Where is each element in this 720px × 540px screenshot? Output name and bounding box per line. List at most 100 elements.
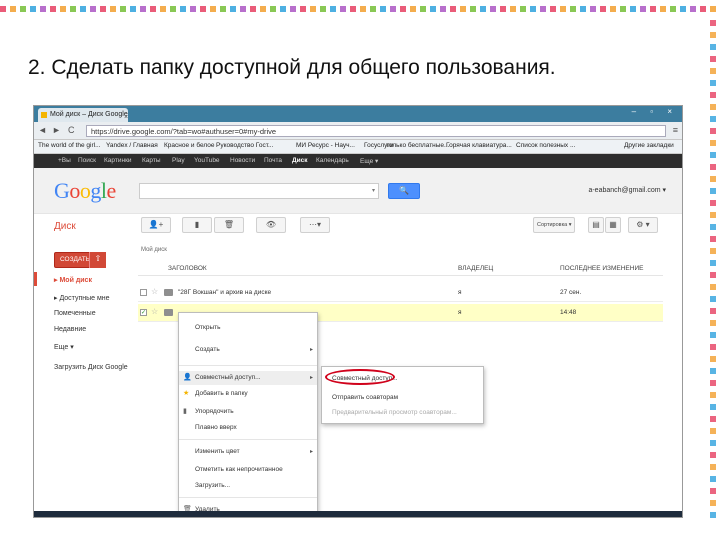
gbar-item[interactable]: Новости <box>230 157 255 164</box>
tab-close-icon[interactable]: × <box>124 111 128 122</box>
bookmark-item[interactable]: МИ Ресурс - Науч... <box>296 142 355 149</box>
sidebar-item-download[interactable]: Загрузить Диск Google <box>54 364 128 371</box>
submenu-item-email-collaborators[interactable]: Отправить соавторам <box>322 391 483 404</box>
back-icon[interactable]: ◄ <box>38 125 47 135</box>
preview-icon[interactable]: 👁 <box>256 217 286 233</box>
forward-icon[interactable]: ► <box>52 125 61 135</box>
star-icon: ★ <box>183 390 190 397</box>
menu-item-add-to-folder[interactable]: ★ Добавить в папку <box>179 387 317 401</box>
star-icon[interactable]: ☆ <box>151 287 158 296</box>
settings-gear-icon[interactable]: ⚙ ▾ <box>628 217 658 233</box>
row-owner: я <box>458 309 462 316</box>
folder-icon <box>164 289 173 296</box>
bookmark-item[interactable]: The world of the girl... <box>38 142 101 149</box>
menu-item-create[interactable]: Создать ▸ <box>179 343 317 357</box>
row-checkbox[interactable] <box>140 289 147 296</box>
slide-decoration-side <box>710 20 716 520</box>
gbar-item[interactable]: Картинки <box>104 157 132 164</box>
bookmark-item[interactable]: Yandex / Главная <box>106 142 158 149</box>
menu-item-open[interactable]: Открыть <box>179 321 317 335</box>
column-modified[interactable]: ПОСЛЕДНЕЕ ИЗМЕНЕНИЕ <box>560 265 643 272</box>
row-modified: 27 сен. <box>560 289 582 296</box>
grid-view-icon[interactable]: ▦ <box>605 217 621 233</box>
menu-divider <box>179 439 317 440</box>
row-name[interactable]: "28Г Вокшан" и архив на диске <box>178 289 271 296</box>
account-menu[interactable]: a-eabanch@gmail.com ▾ <box>588 186 666 194</box>
highlight-annotation <box>325 369 395 385</box>
row-modified: 14:48 <box>560 309 577 316</box>
reload-icon[interactable]: C <box>68 125 75 135</box>
drive-header: Google ▾ 🔍 a-eabanch@gmail.com ▾ <box>34 168 682 214</box>
address-bar-row: ◄ ► C https://drive.google.com/?tab=wo#a… <box>34 122 682 140</box>
share-icon[interactable]: 👤+ <box>141 217 171 233</box>
row-owner: я <box>458 289 462 296</box>
gbar-item[interactable]: Play <box>172 157 185 164</box>
bookmark-item[interactable]: Красное и белое <box>164 142 214 149</box>
sidebar-item-shared[interactable]: ▸ Доступные мне <box>54 294 110 302</box>
os-taskbar <box>34 511 682 517</box>
menu-item-organize[interactable]: ▮ Упорядочить <box>179 405 317 419</box>
sort-button[interactable]: Сортировка ▾ <box>533 217 575 233</box>
browser-tab[interactable]: Мой диск – Диск Google × <box>38 108 128 122</box>
search-icon: 🔍 <box>399 186 409 195</box>
bookmark-item[interactable]: Руководство Гост... <box>216 142 273 149</box>
search-input[interactable]: ▾ <box>139 183 379 199</box>
bookmark-item[interactable]: Другие закладки <box>624 142 674 149</box>
gbar-item[interactable]: +Вы <box>58 157 71 164</box>
bookmark-item[interactable]: Список полезных ... <box>516 142 575 149</box>
menu-item-mark-unread[interactable]: Отметить как непрочитанное <box>179 463 317 477</box>
browser-screenshot: Мой диск – Диск Google × – ▫ × ◄ ► C htt… <box>33 105 683 518</box>
bookmark-item[interactable]: Горячая клавиатура... <box>446 142 512 149</box>
menu-item-share[interactable]: 👤 Совместный доступ... ▸ <box>179 371 317 385</box>
google-bar: +Вы Поиск Картинки Карты Play YouTube Но… <box>34 154 682 168</box>
gbar-item[interactable]: YouTube <box>194 157 220 164</box>
gbar-item[interactable]: Календарь <box>316 157 349 164</box>
menu-divider <box>179 365 317 366</box>
window-controls[interactable]: – ▫ × <box>632 107 678 116</box>
column-owner[interactable]: ВЛАДЕЛЕЦ <box>458 265 493 272</box>
slide-decoration-top <box>0 0 720 22</box>
folder-icon[interactable]: ▮ <box>182 217 212 233</box>
gbar-item[interactable]: Еще ▾ <box>360 157 378 165</box>
drive-title: Диск <box>54 221 76 232</box>
tab-title: Мой диск – Диск Google <box>50 111 128 118</box>
context-menu: Открыть Создать ▸ 👤 Совместный доступ... ▸ … <box>178 312 318 517</box>
search-button[interactable]: 🔍 <box>388 183 420 199</box>
trash-icon[interactable]: 🗑 <box>214 217 244 233</box>
sidebar-item-more[interactable]: Еще ▾ <box>54 343 74 351</box>
gbar-item[interactable]: Почта <box>264 157 282 164</box>
menu-item-download[interactable]: Загрузить... <box>179 479 317 493</box>
google-logo[interactable]: Google <box>54 178 116 204</box>
bookmarks-bar: The world of the girl... Yandex / Главна… <box>34 140 682 154</box>
sidebar-item-my-drive[interactable]: ▸ Мой диск <box>54 276 92 284</box>
breadcrumb[interactable]: Мой диск <box>141 247 167 253</box>
menu-divider <box>179 497 317 498</box>
url-input[interactable]: https://drive.google.com/?tab=wo#authuse… <box>86 125 666 137</box>
search-options-icon[interactable]: ▾ <box>372 187 375 194</box>
list-header: ЗАГОЛОВОК ВЛАДЕЛЕЦ ПОСЛЕДНЕЕ ИЗМЕНЕНИЕ <box>138 262 663 276</box>
folder-icon: ▮ <box>183 408 187 415</box>
menu-item-change-color[interactable]: Изменить цвет ▸ <box>179 445 317 459</box>
share-person-icon: 👤 <box>183 374 192 381</box>
list-view-icon[interactable]: ▤ <box>588 217 604 233</box>
submenu-item-preview-collaborators[interactable]: Предварительный просмотр соавторам... <box>322 406 483 419</box>
bookmark-item[interactable]: только бесплатные... <box>386 142 449 149</box>
drive-favicon-icon <box>41 112 47 118</box>
star-icon[interactable]: ☆ <box>151 307 158 316</box>
sidebar-active-marker <box>34 272 37 286</box>
browser-tabbar: Мой диск – Диск Google × – ▫ × <box>34 106 682 122</box>
more-actions-button[interactable]: ⋯▾ <box>300 217 330 233</box>
column-title[interactable]: ЗАГОЛОВОК <box>168 265 207 272</box>
browser-menu-icon[interactable]: ≡ <box>673 125 678 135</box>
sidebar-item-starred[interactable]: Помеченные <box>54 310 96 317</box>
gbar-item[interactable]: Карты <box>142 157 161 164</box>
table-row[interactable]: ☆ "28Г Вокшан" и архив на диске я 27 сен… <box>138 284 663 302</box>
upload-button[interactable]: ⇧ <box>89 252 106 268</box>
gbar-item-drive[interactable]: Диск <box>292 157 308 164</box>
folder-icon <box>164 309 173 316</box>
menu-item-move-up[interactable]: Плавно вверх <box>179 421 317 435</box>
sidebar-item-recent[interactable]: Недавние <box>54 326 86 333</box>
row-checkbox-checked[interactable]: ✓ <box>140 309 147 316</box>
chevron-right-icon: ▸ <box>309 347 313 353</box>
gbar-item[interactable]: Поиск <box>78 157 96 164</box>
